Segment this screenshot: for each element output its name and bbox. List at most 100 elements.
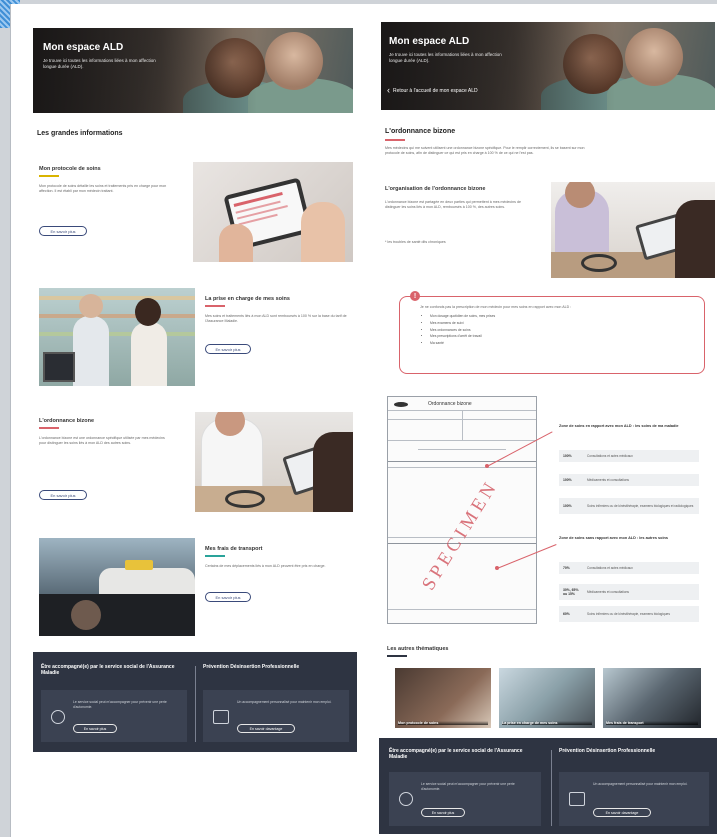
list-item: Mes ordonnances de soins bbox=[430, 327, 700, 334]
alert-icon: ! bbox=[410, 291, 420, 301]
form-logo bbox=[394, 402, 408, 407]
hero-shade bbox=[33, 28, 353, 113]
block-text: L'ordonnance bizone est une ordonnance s… bbox=[39, 436, 165, 445]
leader-dot bbox=[485, 464, 489, 468]
footer-separator bbox=[195, 666, 196, 742]
more-button[interactable]: En savoir plus bbox=[39, 226, 87, 236]
list-item: Ma santé bbox=[430, 340, 700, 347]
legend-desc: Consultations et actes médicaux bbox=[587, 566, 633, 570]
thumb-label: Mes frais de transport bbox=[606, 720, 698, 725]
legend-rate: 100% bbox=[563, 504, 572, 508]
social-service-button[interactable]: En savoir plus bbox=[421, 808, 465, 817]
pdp-text: Un accompagnement personnalisé pour main… bbox=[237, 700, 332, 704]
alert-list: Mon dosage quotidien de soins, mes prise… bbox=[422, 313, 700, 347]
legend-row: 100% Soins infirmiers ou de kinésithérap… bbox=[559, 498, 699, 514]
legend-row: 100% Médicaments et consultations bbox=[559, 474, 699, 486]
legend-row: 30%, 65% ou 15% Médicaments et consultat… bbox=[559, 584, 699, 600]
block-title: Mon protocole de soins bbox=[39, 166, 101, 172]
legend-title: Zone de soins en rapport avec mon ALD : … bbox=[559, 424, 679, 428]
leader-dot bbox=[495, 566, 499, 570]
social-service-button[interactable]: En savoir plus bbox=[73, 724, 117, 733]
pharmacy-image bbox=[39, 288, 195, 386]
legend-rate: 70% bbox=[563, 566, 570, 570]
legend-rate: 30%, 65% ou 15% bbox=[563, 588, 579, 596]
right-section-title: L'ordonnance bizone bbox=[385, 128, 456, 135]
more-button[interactable]: En savoir plus bbox=[205, 592, 251, 602]
right-hero-banner: Mon espace ALD Je trouve ici toutes les … bbox=[381, 22, 715, 110]
legend-desc: Consultations et actes médicaux bbox=[587, 454, 633, 458]
org-note: * les troubles de santé dits chroniques bbox=[385, 240, 446, 244]
block-accent bbox=[205, 305, 225, 307]
pdp-title: Prévention Désinsertion Professionnelle bbox=[559, 748, 656, 754]
thumb-card[interactable]: Mes frais de transport bbox=[603, 668, 701, 728]
social-service-icon bbox=[51, 710, 65, 724]
back-link-label: Retour à l'accueil de mon espace ALD bbox=[393, 87, 478, 94]
org-text: L'ordonnance bizone est partagée en deux… bbox=[385, 200, 521, 209]
hero-title: Mon espace ALD bbox=[43, 42, 124, 53]
block-title: L'ordonnance bizone bbox=[39, 418, 95, 424]
list-item: Mes prescriptions d'arrêt de travail bbox=[430, 333, 700, 340]
legend-row: 100% Consultations et actes médicaux bbox=[559, 450, 699, 462]
social-service-icon bbox=[399, 792, 413, 806]
left-section-title: Les grandes informations bbox=[37, 130, 123, 137]
pdp-button[interactable]: En savoir davantage bbox=[237, 724, 295, 733]
intro-text: Mes médecins qui me suivent utilisent un… bbox=[385, 146, 585, 155]
social-service-card: Le service social peut m'accompagner pou… bbox=[389, 772, 541, 826]
block-text: Mes soins et traitements liés à mon ALD … bbox=[205, 314, 347, 323]
left-hero-banner: Mon espace ALD Je trouve ici toutes les … bbox=[33, 28, 353, 113]
tablet-prescription-image bbox=[193, 162, 353, 262]
bizone-form-specimen: Ordonnance bizone SPECIMEN bbox=[387, 396, 537, 624]
form-line bbox=[462, 410, 463, 440]
specimen-watermark: SPECIMEN bbox=[418, 476, 503, 595]
legend-zone-other: Zone de soins sans rapport avec mon ALD … bbox=[559, 536, 699, 632]
thumb-card[interactable]: Mon protocole de soins bbox=[395, 668, 491, 728]
block-text: Mon protocole de soins détaille les soin… bbox=[39, 184, 167, 193]
social-service-text: Le service social peut m'accompagner pou… bbox=[73, 700, 167, 709]
social-service-title: Être accompagné(e) par le service social… bbox=[389, 748, 523, 760]
legend-row: 70% Consultations et actes médicaux bbox=[559, 562, 699, 574]
hero-subtitle: Je trouve ici toutes les informations li… bbox=[43, 58, 156, 69]
section-accent bbox=[385, 139, 405, 141]
legend-rate: 100% bbox=[563, 478, 572, 482]
form-line bbox=[388, 440, 536, 441]
footer-separator bbox=[551, 750, 552, 826]
thumb-label: Mon protocole de soins bbox=[398, 720, 488, 725]
form-title: Ordonnance bizone bbox=[428, 401, 472, 407]
social-service-card: Le service social peut m'accompagner pou… bbox=[41, 690, 187, 742]
form-line bbox=[388, 461, 536, 462]
list-item: Mes examens de suivi bbox=[430, 320, 700, 327]
pdp-card: Un accompagnement personnalisé pour main… bbox=[559, 772, 709, 826]
legend-desc: Soins infirmiers ou de kinésithérapie, e… bbox=[587, 612, 670, 616]
list-item: Mon dosage quotidien de soins, mes prise… bbox=[430, 313, 700, 320]
more-button[interactable]: En savoir plus bbox=[39, 490, 87, 500]
more-button[interactable]: En savoir plus bbox=[205, 344, 251, 354]
warning-box: ! Je ne confonds pas la prescription de … bbox=[399, 291, 705, 374]
block-title: Mes frais de transport bbox=[205, 546, 263, 552]
block-accent bbox=[205, 555, 225, 557]
form-line bbox=[388, 467, 536, 468]
doctor-patient-image bbox=[551, 182, 715, 278]
block-text: Certains de mes déplacements liés à mon … bbox=[205, 564, 326, 568]
legend-desc: Soins infirmiers ou de kinésithérapie, e… bbox=[587, 504, 694, 508]
briefcase-icon bbox=[213, 710, 229, 724]
others-title: Les autres thématiques bbox=[387, 646, 449, 652]
thumb-card[interactable]: La prise en charge de mes soins bbox=[499, 668, 595, 728]
pdp-title: Prévention Désinsertion Professionnelle bbox=[203, 664, 300, 670]
chevron-left-icon: ‹ bbox=[387, 85, 390, 95]
block-accent bbox=[39, 427, 59, 429]
pdp-card: Un accompagnement personnalisé pour main… bbox=[203, 690, 349, 742]
social-service-text: Le service social peut m'accompagner pou… bbox=[421, 782, 515, 791]
back-link[interactable]: ‹ Retour à l'accueil de mon espace ALD bbox=[387, 86, 478, 95]
social-service-title: Être accompagné(e) par le service social… bbox=[41, 664, 175, 676]
briefcase-icon bbox=[569, 792, 585, 806]
pdp-text: Un accompagnement personnalisé pour main… bbox=[593, 782, 688, 786]
pdp-button[interactable]: En savoir davantage bbox=[593, 808, 651, 817]
legend-desc: Médicaments et consultations bbox=[587, 590, 629, 594]
taxi-image bbox=[39, 538, 195, 636]
right-footer-panel: Être accompagné(e) par le service social… bbox=[379, 738, 717, 834]
legend-title: Zone de soins sans rapport avec mon ALD … bbox=[559, 536, 668, 540]
org-title: L'organisation de l'ordonnance bizone bbox=[385, 186, 486, 192]
page-canvas: Mon espace ALD Je trouve ici toutes les … bbox=[10, 4, 717, 837]
legend-rate: 60% bbox=[563, 612, 570, 616]
form-line bbox=[418, 449, 506, 450]
